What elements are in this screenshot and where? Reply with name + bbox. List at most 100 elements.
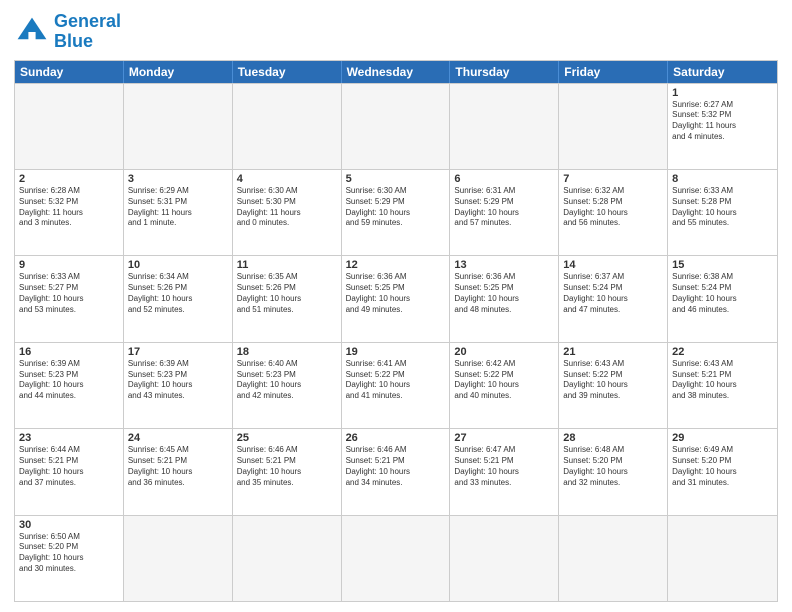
empty-cell: [450, 84, 559, 169]
day-cell-23: 23Sunrise: 6:44 AM Sunset: 5:21 PM Dayli…: [15, 429, 124, 514]
empty-cell: [233, 516, 342, 601]
day-info: Sunrise: 6:43 AM Sunset: 5:21 PM Dayligh…: [672, 359, 773, 402]
header-day-wednesday: Wednesday: [342, 61, 451, 83]
empty-cell: [15, 84, 124, 169]
day-number: 26: [346, 432, 446, 444]
empty-cell: [342, 84, 451, 169]
day-cell-11: 11Sunrise: 6:35 AM Sunset: 5:26 PM Dayli…: [233, 256, 342, 341]
day-number: 13: [454, 259, 554, 271]
day-number: 9: [19, 259, 119, 271]
day-info: Sunrise: 6:41 AM Sunset: 5:22 PM Dayligh…: [346, 359, 446, 402]
day-cell-13: 13Sunrise: 6:36 AM Sunset: 5:25 PM Dayli…: [450, 256, 559, 341]
calendar-week-0: 1Sunrise: 6:27 AM Sunset: 5:32 PM Daylig…: [15, 83, 777, 169]
header-day-saturday: Saturday: [668, 61, 777, 83]
day-info: Sunrise: 6:44 AM Sunset: 5:21 PM Dayligh…: [19, 445, 119, 488]
day-info: Sunrise: 6:47 AM Sunset: 5:21 PM Dayligh…: [454, 445, 554, 488]
day-number: 1: [672, 87, 773, 99]
day-info: Sunrise: 6:39 AM Sunset: 5:23 PM Dayligh…: [19, 359, 119, 402]
header-day-monday: Monday: [124, 61, 233, 83]
day-cell-4: 4Sunrise: 6:30 AM Sunset: 5:30 PM Daylig…: [233, 170, 342, 255]
day-number: 6: [454, 173, 554, 185]
day-number: 24: [128, 432, 228, 444]
day-number: 3: [128, 173, 228, 185]
day-cell-18: 18Sunrise: 6:40 AM Sunset: 5:23 PM Dayli…: [233, 343, 342, 428]
day-info: Sunrise: 6:30 AM Sunset: 5:30 PM Dayligh…: [237, 186, 337, 229]
calendar-week-3: 16Sunrise: 6:39 AM Sunset: 5:23 PM Dayli…: [15, 342, 777, 428]
day-cell-29: 29Sunrise: 6:49 AM Sunset: 5:20 PM Dayli…: [668, 429, 777, 514]
day-cell-2: 2Sunrise: 6:28 AM Sunset: 5:32 PM Daylig…: [15, 170, 124, 255]
day-cell-19: 19Sunrise: 6:41 AM Sunset: 5:22 PM Dayli…: [342, 343, 451, 428]
day-info: Sunrise: 6:38 AM Sunset: 5:24 PM Dayligh…: [672, 272, 773, 315]
day-number: 8: [672, 173, 773, 185]
day-info: Sunrise: 6:28 AM Sunset: 5:32 PM Dayligh…: [19, 186, 119, 229]
day-number: 19: [346, 346, 446, 358]
day-info: Sunrise: 6:43 AM Sunset: 5:22 PM Dayligh…: [563, 359, 663, 402]
day-info: Sunrise: 6:36 AM Sunset: 5:25 PM Dayligh…: [346, 272, 446, 315]
calendar: SundayMondayTuesdayWednesdayThursdayFrid…: [14, 60, 778, 602]
day-cell-27: 27Sunrise: 6:47 AM Sunset: 5:21 PM Dayli…: [450, 429, 559, 514]
day-number: 12: [346, 259, 446, 271]
day-info: Sunrise: 6:35 AM Sunset: 5:26 PM Dayligh…: [237, 272, 337, 315]
logo: General Blue: [14, 12, 121, 52]
day-cell-9: 9Sunrise: 6:33 AM Sunset: 5:27 PM Daylig…: [15, 256, 124, 341]
calendar-week-4: 23Sunrise: 6:44 AM Sunset: 5:21 PM Dayli…: [15, 428, 777, 514]
day-cell-12: 12Sunrise: 6:36 AM Sunset: 5:25 PM Dayli…: [342, 256, 451, 341]
day-cell-10: 10Sunrise: 6:34 AM Sunset: 5:26 PM Dayli…: [124, 256, 233, 341]
day-number: 29: [672, 432, 773, 444]
day-cell-5: 5Sunrise: 6:30 AM Sunset: 5:29 PM Daylig…: [342, 170, 451, 255]
calendar-header-row: SundayMondayTuesdayWednesdayThursdayFrid…: [15, 61, 777, 83]
day-info: Sunrise: 6:45 AM Sunset: 5:21 PM Dayligh…: [128, 445, 228, 488]
day-number: 16: [19, 346, 119, 358]
day-info: Sunrise: 6:32 AM Sunset: 5:28 PM Dayligh…: [563, 186, 663, 229]
day-cell-21: 21Sunrise: 6:43 AM Sunset: 5:22 PM Dayli…: [559, 343, 668, 428]
day-number: 2: [19, 173, 119, 185]
day-cell-7: 7Sunrise: 6:32 AM Sunset: 5:28 PM Daylig…: [559, 170, 668, 255]
day-number: 14: [563, 259, 663, 271]
empty-cell: [342, 516, 451, 601]
header-day-thursday: Thursday: [450, 61, 559, 83]
day-cell-28: 28Sunrise: 6:48 AM Sunset: 5:20 PM Dayli…: [559, 429, 668, 514]
empty-cell: [559, 84, 668, 169]
calendar-page: General Blue SundayMondayTuesdayWednesda…: [0, 0, 792, 612]
empty-cell: [668, 516, 777, 601]
day-number: 17: [128, 346, 228, 358]
day-number: 25: [237, 432, 337, 444]
day-number: 11: [237, 259, 337, 271]
day-info: Sunrise: 6:33 AM Sunset: 5:28 PM Dayligh…: [672, 186, 773, 229]
day-number: 28: [563, 432, 663, 444]
header-day-sunday: Sunday: [15, 61, 124, 83]
empty-cell: [450, 516, 559, 601]
day-info: Sunrise: 6:31 AM Sunset: 5:29 PM Dayligh…: [454, 186, 554, 229]
day-cell-8: 8Sunrise: 6:33 AM Sunset: 5:28 PM Daylig…: [668, 170, 777, 255]
empty-cell: [124, 84, 233, 169]
day-info: Sunrise: 6:30 AM Sunset: 5:29 PM Dayligh…: [346, 186, 446, 229]
day-info: Sunrise: 6:46 AM Sunset: 5:21 PM Dayligh…: [346, 445, 446, 488]
day-info: Sunrise: 6:39 AM Sunset: 5:23 PM Dayligh…: [128, 359, 228, 402]
day-number: 21: [563, 346, 663, 358]
day-cell-3: 3Sunrise: 6:29 AM Sunset: 5:31 PM Daylig…: [124, 170, 233, 255]
day-cell-26: 26Sunrise: 6:46 AM Sunset: 5:21 PM Dayli…: [342, 429, 451, 514]
day-number: 4: [237, 173, 337, 185]
day-info: Sunrise: 6:37 AM Sunset: 5:24 PM Dayligh…: [563, 272, 663, 315]
day-info: Sunrise: 6:48 AM Sunset: 5:20 PM Dayligh…: [563, 445, 663, 488]
header-day-friday: Friday: [559, 61, 668, 83]
day-info: Sunrise: 6:42 AM Sunset: 5:22 PM Dayligh…: [454, 359, 554, 402]
day-cell-16: 16Sunrise: 6:39 AM Sunset: 5:23 PM Dayli…: [15, 343, 124, 428]
day-number: 23: [19, 432, 119, 444]
day-cell-25: 25Sunrise: 6:46 AM Sunset: 5:21 PM Dayli…: [233, 429, 342, 514]
day-cell-6: 6Sunrise: 6:31 AM Sunset: 5:29 PM Daylig…: [450, 170, 559, 255]
empty-cell: [233, 84, 342, 169]
calendar-week-2: 9Sunrise: 6:33 AM Sunset: 5:27 PM Daylig…: [15, 255, 777, 341]
day-number: 5: [346, 173, 446, 185]
day-number: 22: [672, 346, 773, 358]
calendar-week-5: 30Sunrise: 6:50 AM Sunset: 5:20 PM Dayli…: [15, 515, 777, 601]
day-cell-15: 15Sunrise: 6:38 AM Sunset: 5:24 PM Dayli…: [668, 256, 777, 341]
logo-general: General: [54, 11, 121, 31]
day-number: 30: [19, 519, 119, 531]
calendar-week-1: 2Sunrise: 6:28 AM Sunset: 5:32 PM Daylig…: [15, 169, 777, 255]
header: General Blue: [14, 12, 778, 52]
day-info: Sunrise: 6:27 AM Sunset: 5:32 PM Dayligh…: [672, 100, 773, 143]
day-info: Sunrise: 6:33 AM Sunset: 5:27 PM Dayligh…: [19, 272, 119, 315]
day-number: 27: [454, 432, 554, 444]
header-day-tuesday: Tuesday: [233, 61, 342, 83]
